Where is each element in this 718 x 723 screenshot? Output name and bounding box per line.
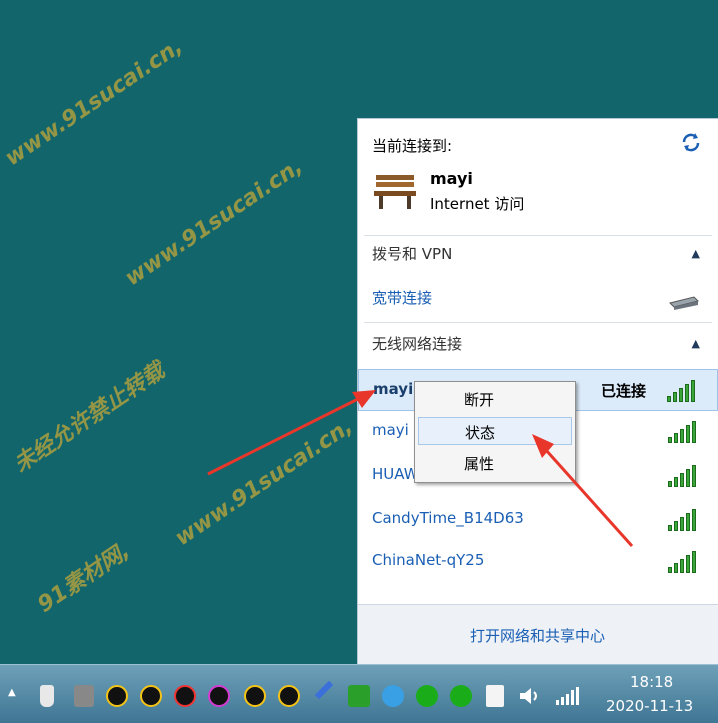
network-signal-icon[interactable] [554, 685, 580, 707]
volume-icon[interactable] [518, 685, 544, 707]
clock[interactable]: 18:18 2020-11-13 [598, 665, 718, 723]
clock-date: 2020-11-13 [606, 697, 694, 715]
qq-icon[interactable] [244, 685, 266, 707]
annotation-arrow [207, 390, 373, 476]
qq-icon[interactable] [106, 685, 128, 707]
qq-icon[interactable] [174, 685, 196, 707]
qq-icon[interactable] [208, 685, 230, 707]
tool-icon[interactable] [314, 680, 334, 700]
wechat-icon[interactable] [450, 685, 472, 707]
usb-icon[interactable] [40, 685, 54, 707]
app-green-icon[interactable] [348, 685, 370, 707]
qq-icon[interactable] [140, 685, 162, 707]
clipboard-icon[interactable] [486, 685, 504, 707]
wechat-icon[interactable] [416, 685, 438, 707]
qq-icon[interactable] [278, 685, 300, 707]
app-blue-icon[interactable] [382, 685, 404, 707]
clock-time: 18:18 [630, 673, 674, 691]
safely-remove-icon[interactable] [74, 685, 94, 707]
annotation-arrow [535, 438, 634, 548]
taskbar: ▲ 18:18 2020-11-13 [0, 664, 718, 723]
show-hidden-icon[interactable]: ▲ [8, 687, 16, 698]
annotation-arrows [207, 390, 634, 548]
